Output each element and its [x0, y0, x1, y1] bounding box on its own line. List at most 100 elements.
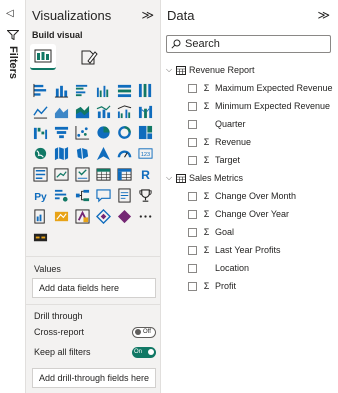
field-name: Target — [215, 155, 241, 165]
line-stacked-column-chart-icon[interactable] — [93, 101, 114, 122]
field-row[interactable]: Σ Change Over Month — [166, 187, 338, 205]
field-checkbox[interactable] — [188, 281, 197, 291]
data-title: Data — [167, 8, 195, 23]
trophy-visual-icon[interactable] — [135, 185, 156, 206]
field-checkbox[interactable] — [188, 137, 197, 147]
field-checkbox[interactable] — [188, 83, 197, 93]
filters-pane-collapsed[interactable]: ◁ Filters — [0, 0, 26, 393]
diamond-visual-icon[interactable] — [114, 206, 135, 227]
search-icon — [171, 39, 181, 49]
collapse-filters-icon[interactable]: ◁ — [6, 8, 14, 19]
slicer-icon[interactable] — [72, 164, 93, 185]
build-visual-tab[interactable] — [30, 44, 56, 70]
filter-icon — [7, 30, 19, 40]
clustered-column-chart-icon[interactable] — [93, 80, 114, 101]
ribbon-chart-icon[interactable] — [135, 101, 156, 122]
visualizations-pane: Visualizations ≫ Build visual 123 R Py V… — [26, 0, 161, 393]
power-automate-icon[interactable] — [93, 206, 114, 227]
svg-text:123: 123 — [141, 152, 150, 158]
filled-map-icon[interactable] — [51, 143, 72, 164]
field-checkbox[interactable] — [188, 155, 197, 165]
field-row[interactable]: Σ Last Year Profits — [166, 241, 338, 259]
field-name: Last Year Profits — [215, 245, 281, 255]
sigma-icon: Σ — [203, 209, 210, 219]
field-row[interactable]: Σ Maximum Expected Revenue — [166, 79, 338, 97]
field-name: Maximum Expected Revenue — [215, 83, 333, 93]
clustered-bar-chart-icon[interactable] — [72, 80, 93, 101]
multi-row-card-icon[interactable] — [30, 164, 51, 185]
svg-text:Py: Py — [34, 192, 47, 203]
cross-report-toggle[interactable]: Off — [132, 326, 156, 338]
card-icon[interactable]: 123 — [135, 143, 156, 164]
field-name: Revenue — [215, 137, 252, 147]
field-row[interactable]: Σ Revenue — [166, 133, 338, 151]
search-placeholder: Search — [185, 38, 220, 50]
chevron-down-icon[interactable]: ⌵ — [166, 173, 176, 183]
table-icon — [176, 65, 186, 75]
more-visuals-icon[interactable] — [135, 206, 156, 227]
gauge-icon[interactable] — [114, 143, 135, 164]
power-apps-icon[interactable] — [72, 206, 93, 227]
smart-narrative-icon[interactable] — [114, 185, 135, 206]
table-row[interactable]: ⌵ Sales Metrics — [166, 169, 338, 187]
stacked-column-chart-icon[interactable] — [51, 80, 72, 101]
field-checkbox[interactable] — [188, 245, 197, 255]
shape-map-icon[interactable] — [72, 143, 93, 164]
kpi-icon[interactable] — [51, 164, 72, 185]
r-visual-icon[interactable]: R — [135, 164, 156, 185]
keep-all-filters-toggle[interactable]: On — [132, 346, 156, 358]
python-visual-icon[interactable]: Py — [30, 185, 51, 206]
build-visual-icon — [34, 49, 52, 63]
sigma-icon: Σ — [203, 281, 210, 291]
line-chart-icon[interactable] — [30, 101, 51, 122]
table-name: Revenue Report — [189, 65, 255, 75]
data-pane: Data ≫ Search ⌵ Revenue Report Σ Maximum Ex… — [161, 0, 338, 393]
sigma-icon: Σ — [203, 83, 210, 93]
table-icon[interactable] — [93, 164, 114, 185]
field-checkbox[interactable] — [188, 263, 197, 273]
table-row[interactable]: ⌵ Revenue Report — [166, 61, 338, 79]
expand-visualizations-icon[interactable]: ≫ — [141, 8, 154, 22]
field-checkbox[interactable] — [188, 119, 197, 129]
paginated-report-icon[interactable] — [30, 206, 51, 227]
key-influencers-icon[interactable] — [51, 185, 72, 206]
funnel-chart-icon[interactable] — [51, 122, 72, 143]
field-checkbox[interactable] — [188, 209, 197, 219]
field-row[interactable]: Σ Profit — [166, 277, 338, 295]
field-checkbox[interactable] — [188, 101, 197, 111]
field-row[interactable]: Σ Goal — [166, 223, 338, 241]
waterfall-chart-icon[interactable] — [30, 122, 51, 143]
100-stacked-column-chart-icon[interactable] — [135, 80, 156, 101]
donut-chart-icon[interactable] — [114, 122, 135, 143]
area-chart-icon[interactable] — [51, 101, 72, 122]
scatter-chart-icon[interactable] — [72, 122, 93, 143]
field-row[interactable]: ΣLocation — [166, 259, 338, 277]
field-row[interactable]: ΣQuarter — [166, 115, 338, 133]
line-clustered-column-chart-icon[interactable] — [114, 101, 135, 122]
format-visual-tab[interactable] — [76, 44, 102, 70]
decomposition-tree-icon[interactable] — [72, 185, 93, 206]
filters-label[interactable]: Filters — [7, 46, 19, 79]
100-stacked-bar-chart-icon[interactable] — [114, 80, 135, 101]
field-checkbox[interactable] — [188, 227, 197, 237]
field-row[interactable]: Σ Target — [166, 151, 338, 169]
matrix-icon[interactable] — [114, 164, 135, 185]
treemap-icon[interactable] — [135, 122, 156, 143]
map-icon[interactable] — [30, 143, 51, 164]
expand-data-icon[interactable]: ≫ — [317, 8, 330, 22]
search-input[interactable]: Search — [166, 35, 331, 53]
chevron-down-icon[interactable]: ⌵ — [166, 65, 176, 75]
qa-visual-icon[interactable] — [93, 185, 114, 206]
custom-visual-icon[interactable] — [30, 227, 51, 248]
pie-chart-icon[interactable] — [93, 122, 114, 143]
drill-through-drop-zone[interactable]: Add drill-through fields here — [32, 368, 156, 388]
stacked-area-chart-icon[interactable] — [72, 101, 93, 122]
field-row[interactable]: Σ Change Over Year — [166, 205, 338, 223]
azure-map-icon[interactable] — [93, 143, 114, 164]
values-drop-zone[interactable]: Add data fields here — [32, 278, 156, 298]
field-checkbox[interactable] — [188, 191, 197, 201]
arcgis-map-icon[interactable] — [51, 206, 72, 227]
cross-report-label: Cross-report — [34, 327, 85, 337]
stacked-bar-chart-icon[interactable] — [30, 80, 51, 101]
field-row[interactable]: Σ Minimum Expected Revenue — [166, 97, 338, 115]
